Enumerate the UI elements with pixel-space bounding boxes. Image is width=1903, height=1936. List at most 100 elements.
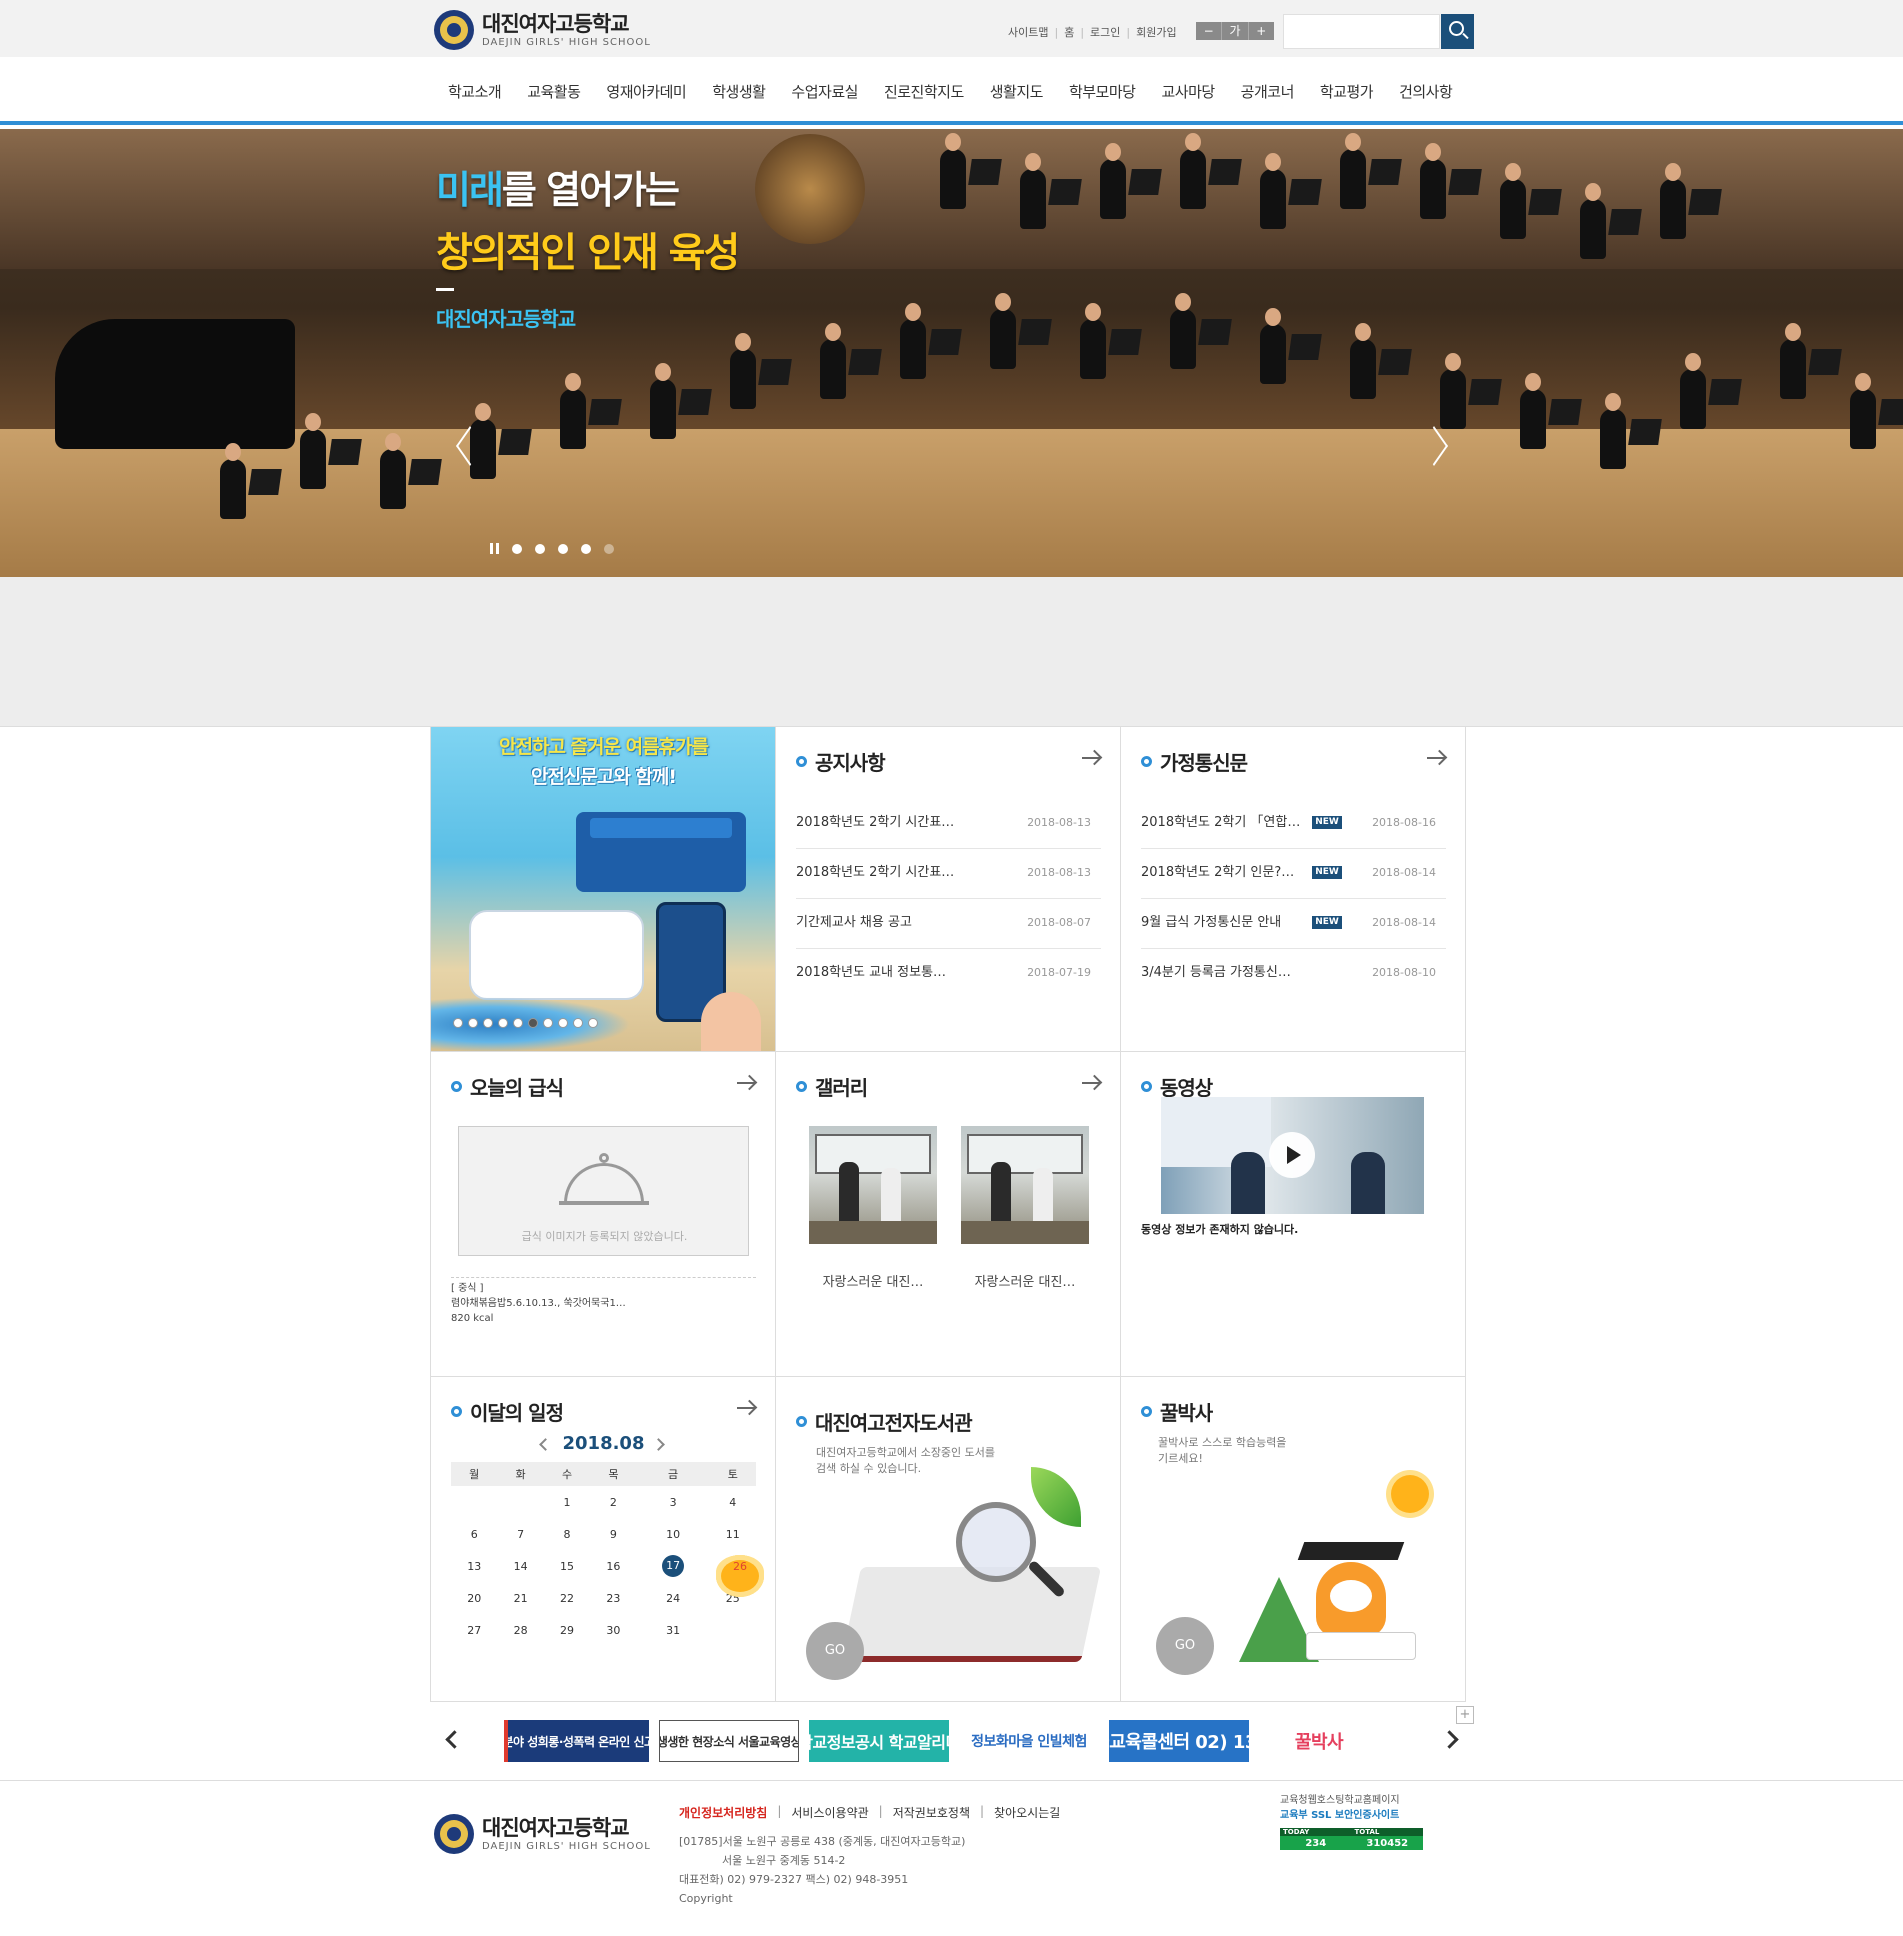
calendar-day[interactable]: 15: [544, 1550, 590, 1582]
notice-row[interactable]: 기간제교사 채용 공고 2018-08-07: [796, 899, 1101, 949]
nav-item[interactable]: 교사마당: [1161, 81, 1215, 102]
hero-pager-dot[interactable]: [581, 543, 591, 554]
promo-pager-dot[interactable]: [483, 1018, 493, 1028]
partner-logo[interactable]: 교육분야 성희롱·성폭력 온라인 신고센터: [504, 1720, 649, 1762]
sitemap-link[interactable]: 사이트맵: [1008, 24, 1048, 40]
calendar-day[interactable]: 23: [590, 1582, 636, 1614]
notice-item-title[interactable]: 2018학년도 2학기 시간표…: [796, 799, 954, 847]
newsletter-row[interactable]: 2018학년도 2학기 「연합… NEW 2018-08-16: [1141, 799, 1446, 849]
join-link[interactable]: 회원가입: [1136, 24, 1176, 40]
partner-logo[interactable]: 정보화마을 인빌체험: [959, 1720, 1099, 1762]
newsletter-row[interactable]: 2018학년도 2학기 인문?… NEW 2018-08-14: [1141, 849, 1446, 899]
gallery-more-arrow-icon[interactable]: [1082, 1082, 1100, 1084]
calendar-day[interactable]: 13: [451, 1550, 497, 1582]
newsletter-item-title[interactable]: 2018학년도 2학기 「연합…: [1141, 799, 1300, 847]
calendar-day[interactable]: 10: [637, 1518, 710, 1550]
promo-pager-dot[interactable]: [498, 1018, 508, 1028]
calendar-day[interactable]: 8: [544, 1518, 590, 1550]
calendar-day[interactable]: 4: [710, 1486, 756, 1518]
promo-pager-dot[interactable]: [543, 1018, 553, 1028]
gallery-thumbnail[interactable]: [809, 1126, 937, 1244]
promo-banner[interactable]: 안전하고 즐거운 여름휴가를 안전신문고와 함께!: [431, 727, 776, 1052]
copyright-policy-link[interactable]: 저작권보호정책: [893, 1804, 970, 1821]
directions-link[interactable]: 찾아오시는길: [994, 1804, 1060, 1821]
calendar-day[interactable]: 20: [451, 1582, 497, 1614]
promo-pager-dot[interactable]: [468, 1018, 478, 1028]
promo-pager-dot[interactable]: [558, 1018, 568, 1028]
calendar-more-arrow-icon[interactable]: [737, 1407, 755, 1409]
nav-item[interactable]: 공개코너: [1241, 81, 1295, 102]
newsletter-row[interactable]: 9월 급식 가정통신문 안내 NEW 2018-08-14: [1141, 899, 1446, 949]
hero-pager-dot[interactable]: [512, 543, 522, 554]
video-thumbnail[interactable]: [1161, 1097, 1424, 1214]
gallery-caption[interactable]: 자랑스러운 대진…: [961, 1271, 1089, 1290]
school-logo[interactable]: 대진여자고등학교 DAEJIN GIRLS' HIGH SCHOOL: [434, 8, 654, 52]
partner-logo[interactable]: 서울교육콜센터 02) 1396: [1109, 1720, 1249, 1762]
nav-item[interactable]: 교육활동: [527, 81, 581, 102]
calendar-day[interactable]: 1: [544, 1486, 590, 1518]
play-icon[interactable]: [1269, 1132, 1315, 1178]
calendar-day[interactable]: 17: [637, 1550, 710, 1582]
calendar-day[interactable]: 7: [497, 1518, 543, 1550]
meal-more-arrow-icon[interactable]: [737, 1082, 755, 1084]
calendar-day[interactable]: 24: [637, 1582, 710, 1614]
partners-next-icon[interactable]: [1440, 1730, 1459, 1749]
nav-item[interactable]: 학생생활: [712, 81, 766, 102]
calendar-day[interactable]: 21: [497, 1582, 543, 1614]
home-link[interactable]: 홈: [1064, 24, 1074, 40]
search-input[interactable]: [1283, 14, 1440, 49]
pause-icon[interactable]: [490, 543, 499, 554]
calendar-day[interactable]: 27: [451, 1614, 497, 1646]
newsletter-more-arrow-icon[interactable]: [1427, 757, 1445, 759]
partner-logo[interactable]: 학교정보공시 학교알리미: [809, 1720, 949, 1762]
newsletter-row[interactable]: 3/4분기 등록금 가정통신… 2018-08-10: [1141, 949, 1446, 999]
notice-row[interactable]: 2018학년도 2학기 시간표… 2018-08-13: [796, 849, 1101, 899]
hero-pager-dot[interactable]: [558, 543, 568, 554]
nav-item[interactable]: 영재아카데미: [606, 81, 686, 102]
promo-pager-dot[interactable]: [453, 1018, 463, 1028]
calendar-day[interactable]: 2: [590, 1486, 636, 1518]
calendar-day[interactable]: 11: [710, 1518, 756, 1550]
promo-pager-dot[interactable]: [528, 1018, 538, 1028]
login-link[interactable]: 로그인: [1090, 24, 1120, 40]
calendar-day[interactable]: 28: [497, 1614, 543, 1646]
hero-pager-dot[interactable]: [604, 543, 614, 554]
notice-row[interactable]: 2018학년도 교내 정보통… 2018-07-19: [796, 949, 1101, 999]
terms-link[interactable]: 서비스이용약관: [791, 1804, 868, 1821]
nav-item[interactable]: 진로진학지도: [884, 81, 964, 102]
gallery-caption[interactable]: 자랑스러운 대진…: [809, 1271, 937, 1290]
calendar-day[interactable]: 16: [590, 1550, 636, 1582]
partner-logo[interactable]: 꿀박사: [1259, 1720, 1379, 1762]
nav-item[interactable]: 건의사항: [1399, 81, 1453, 102]
promo-pager-dot[interactable]: [588, 1018, 598, 1028]
nav-item[interactable]: 생활지도: [990, 81, 1044, 102]
calendar-day[interactable]: 30: [590, 1614, 636, 1646]
library-go-button[interactable]: GO: [806, 1622, 864, 1680]
newsletter-item-title[interactable]: 9월 급식 가정통신문 안내: [1141, 899, 1281, 947]
calendar-day[interactable]: 14: [497, 1550, 543, 1582]
nav-item[interactable]: 학교소개: [448, 81, 502, 102]
notice-item-title[interactable]: 2018학년도 2학기 시간표…: [796, 849, 954, 897]
nav-item[interactable]: 학교평가: [1320, 81, 1374, 102]
notice-row[interactable]: 2018학년도 2학기 시간표… 2018-08-13: [796, 799, 1101, 849]
promo-pager-dot[interactable]: [573, 1018, 583, 1028]
notice-item-title[interactable]: 2018학년도 교내 정보통…: [796, 949, 946, 997]
privacy-policy-link[interactable]: 개인정보처리방침: [679, 1804, 767, 1821]
partners-prev-icon[interactable]: [445, 1730, 464, 1749]
calendar-day[interactable]: 6: [451, 1518, 497, 1550]
calendar-day[interactable]: 26: [721, 1560, 759, 1592]
font-decrease-button[interactable]: −: [1196, 22, 1223, 40]
partners-more-icon[interactable]: +: [1456, 1706, 1474, 1724]
hero-pager-dot[interactable]: [535, 543, 545, 554]
notice-item-title[interactable]: 기간제교사 채용 공고: [796, 899, 912, 947]
nav-item[interactable]: 수업자료실: [791, 81, 858, 102]
calendar-day[interactable]: 22: [544, 1582, 590, 1614]
calendar-day[interactable]: 3: [637, 1486, 710, 1518]
calendar-day[interactable]: 9: [590, 1518, 636, 1550]
newsletter-item-title[interactable]: 3/4분기 등록금 가정통신…: [1141, 949, 1291, 997]
newsletter-item-title[interactable]: 2018학년도 2학기 인문?…: [1141, 849, 1294, 897]
calendar-day[interactable]: 29: [544, 1614, 590, 1646]
nav-item[interactable]: 학부모마당: [1069, 81, 1136, 102]
calendar-day[interactable]: 31: [637, 1614, 710, 1646]
kkulbaksa-go-button[interactable]: GO: [1156, 1617, 1214, 1675]
